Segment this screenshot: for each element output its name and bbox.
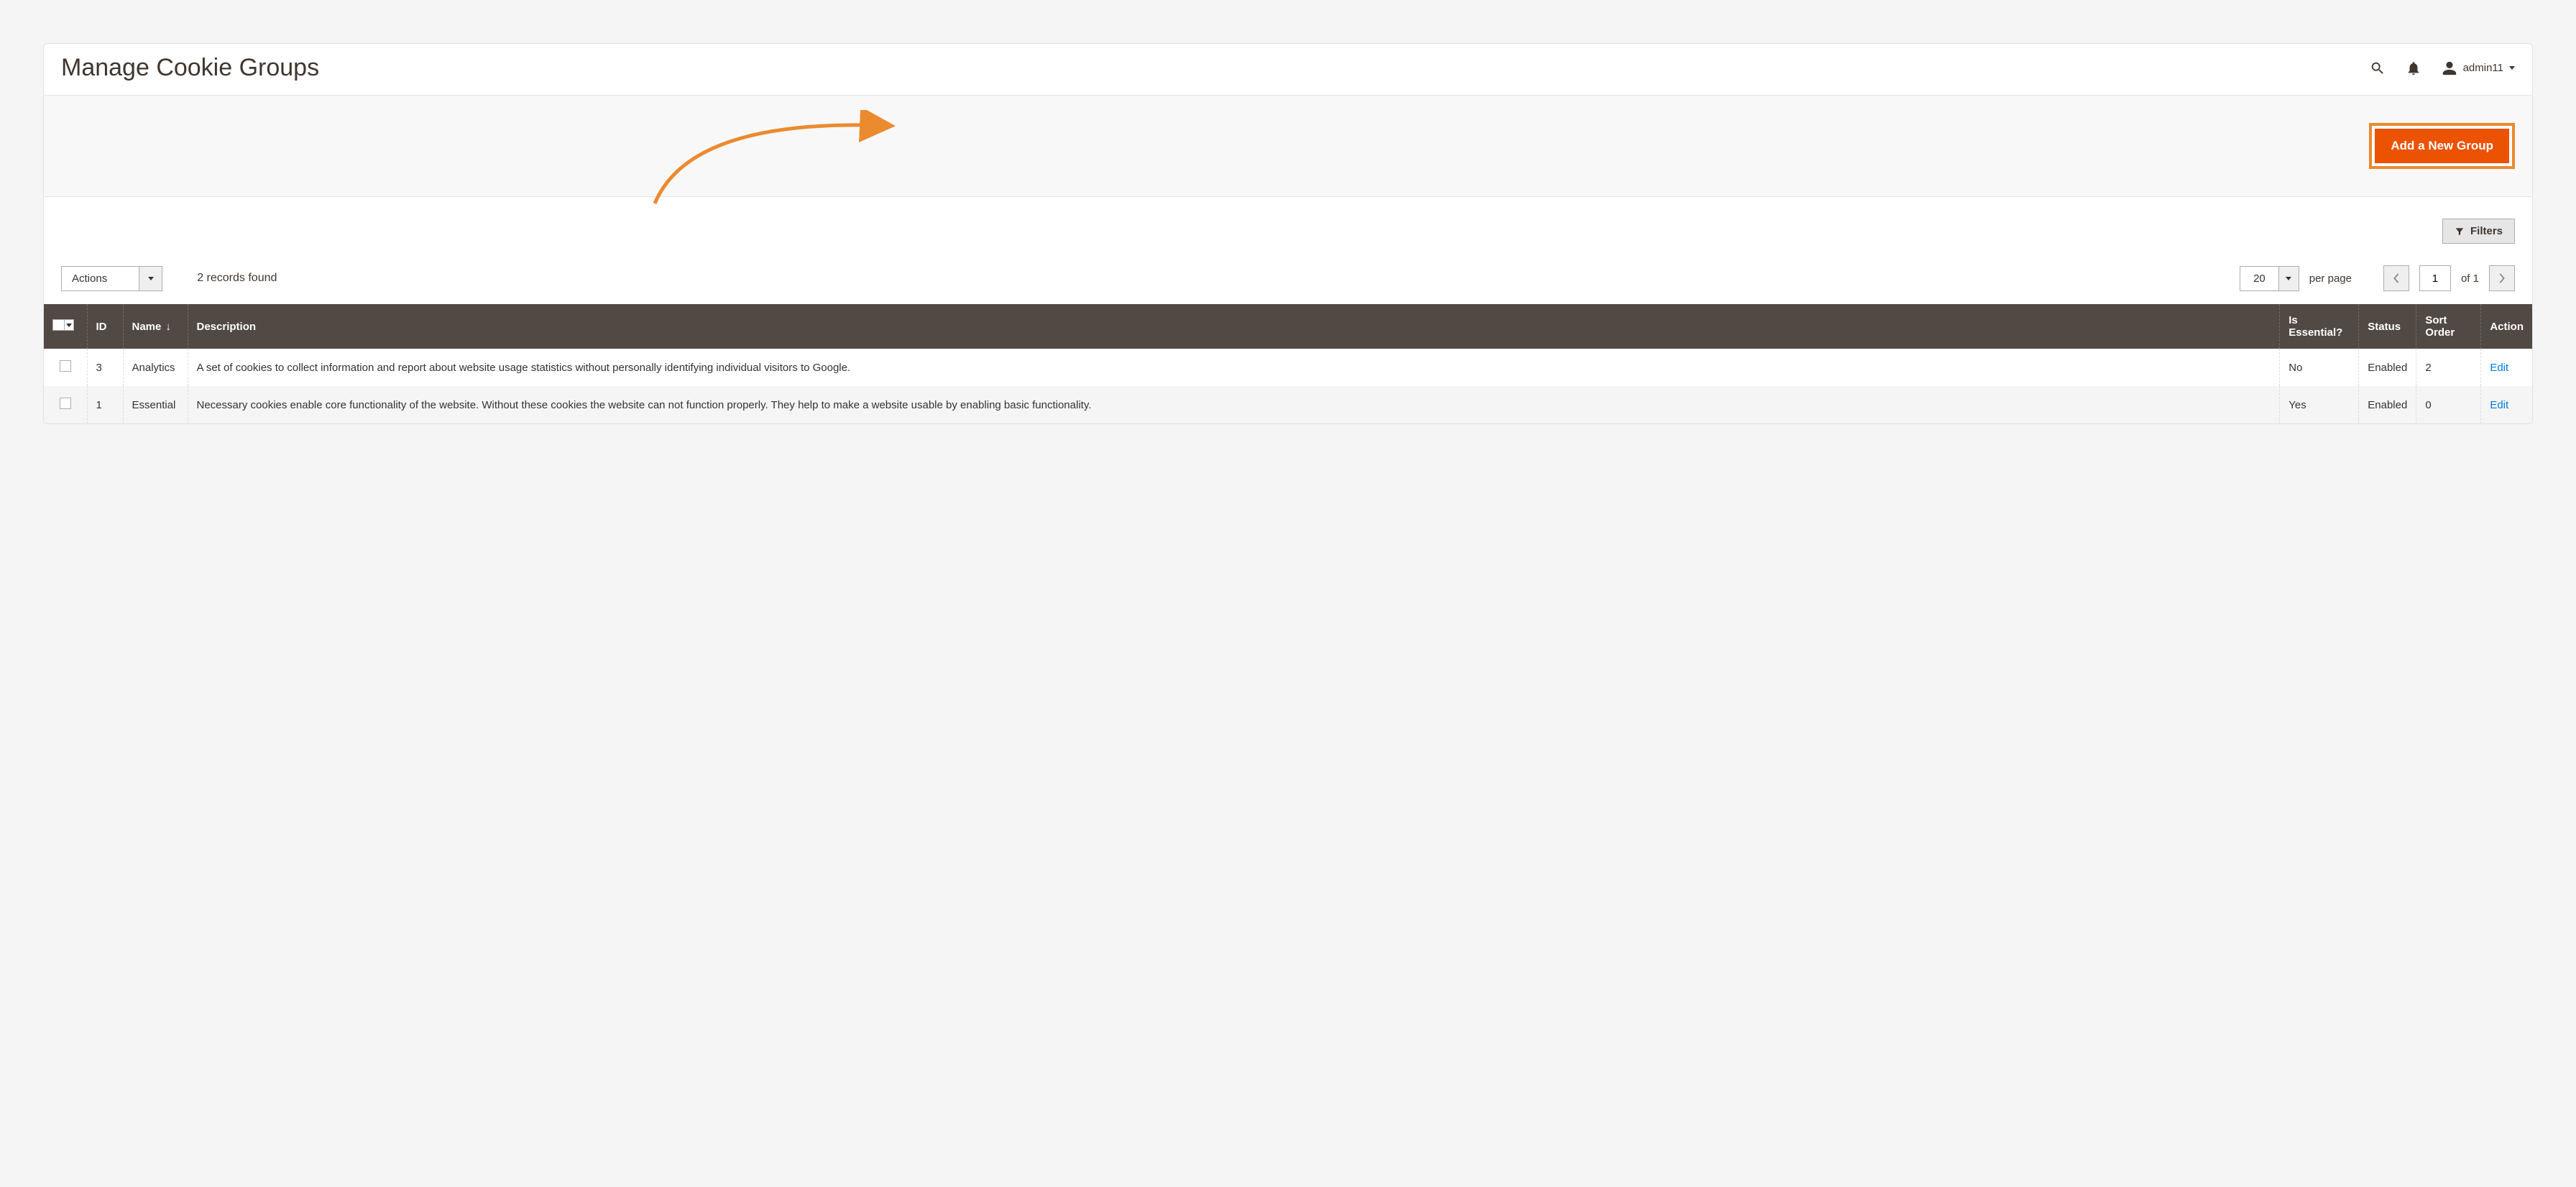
actions-dropdown[interactable]: Actions [61,266,162,291]
pager: of 1 [2383,265,2515,291]
col-essential[interactable]: Is Essential? [2280,304,2359,349]
user-icon [2442,60,2457,76]
col-id[interactable]: ID [87,304,123,349]
cell-name: Essential [123,386,188,423]
edit-link[interactable]: Edit [2490,399,2508,411]
page-title: Manage Cookie Groups [61,54,319,82]
action-bar: Add a New Group [44,95,2532,197]
per-page-dropdown[interactable]: 20 [2240,266,2299,291]
table-row: 3 Analytics A set of cookies to collect … [44,349,2532,386]
data-grid: ID Name↓ Description Is Essential? Statu… [44,304,2532,423]
chevron-down-icon[interactable] [64,319,74,331]
col-sort-order[interactable]: Sort Order [2416,304,2481,349]
cell-status: Enabled [2359,386,2416,423]
col-name[interactable]: Name↓ [123,304,188,349]
per-page-block: 20 per page [2240,266,2352,291]
cell-sort-order: 0 [2416,386,2481,423]
primary-button-highlight: Add a New Group [2369,123,2515,169]
chevron-down-icon [139,267,162,290]
add-new-group-button[interactable]: Add a New Group [2375,129,2509,163]
edit-link[interactable]: Edit [2490,362,2508,374]
cell-name: Analytics [123,349,188,386]
sort-descending-icon: ↓ [165,321,171,333]
controls-left: Actions 2 records found [61,266,277,291]
grid-body: 3 Analytics A set of cookies to collect … [44,349,2532,423]
cell-description: Necessary cookies enable core functional… [188,386,2280,423]
records-count: 2 records found [197,272,277,285]
user-name: admin11 [2463,62,2503,74]
cell-description: A set of cookies to collect information … [188,349,2280,386]
next-page-button[interactable] [2489,265,2515,291]
grid-header: ID Name↓ Description Is Essential? Statu… [44,304,2532,349]
filters-label: Filters [2470,225,2503,237]
funnel-icon [2455,226,2465,237]
col-select[interactable] [44,304,87,349]
cell-id: 1 [87,386,123,423]
chevron-left-icon [2393,273,2400,283]
header-actions: admin11 [2370,60,2515,76]
grid-controls: Actions 2 records found 20 per page of 1 [44,252,2532,304]
page-total: of 1 [2461,272,2479,285]
table-row: 1 Essential Necessary cookies enable cor… [44,386,2532,423]
cell-essential: No [2280,349,2359,386]
user-menu[interactable]: admin11 [2442,60,2515,76]
actions-dropdown-label: Actions [62,267,139,290]
admin-panel: Manage Cookie Groups admin11 Add a New G… [43,43,2533,424]
cell-status: Enabled [2359,349,2416,386]
filters-row: Filters [44,197,2532,252]
page-header: Manage Cookie Groups admin11 [44,44,2532,95]
controls-right: 20 per page of 1 [2240,265,2515,291]
row-checkbox[interactable] [60,360,71,372]
chevron-down-icon [2278,267,2299,290]
chevron-right-icon [2498,273,2506,283]
per-page-label: per page [2309,272,2352,285]
cell-sort-order: 2 [2416,349,2481,386]
cell-essential: Yes [2280,386,2359,423]
filters-button[interactable]: Filters [2442,219,2515,244]
row-checkbox[interactable] [60,398,71,409]
col-status[interactable]: Status [2359,304,2416,349]
select-all-checkbox[interactable] [52,319,64,331]
search-icon[interactable] [2370,60,2386,76]
page-input[interactable] [2419,265,2451,291]
per-page-value: 20 [2240,267,2278,290]
col-description[interactable]: Description [188,304,2280,349]
prev-page-button[interactable] [2383,265,2409,291]
cell-id: 3 [87,349,123,386]
bell-icon[interactable] [2406,60,2421,76]
col-action[interactable]: Action [2481,304,2532,349]
chevron-down-icon [2509,66,2515,70]
